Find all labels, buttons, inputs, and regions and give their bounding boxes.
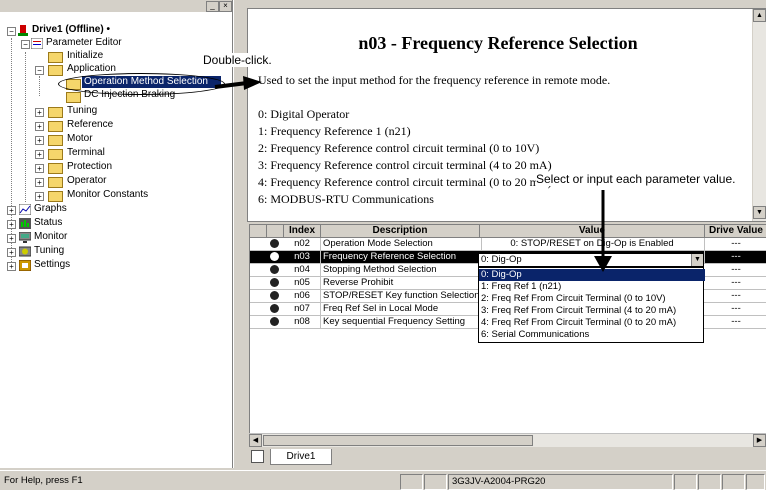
annotation-arrows xyxy=(214,76,612,272)
